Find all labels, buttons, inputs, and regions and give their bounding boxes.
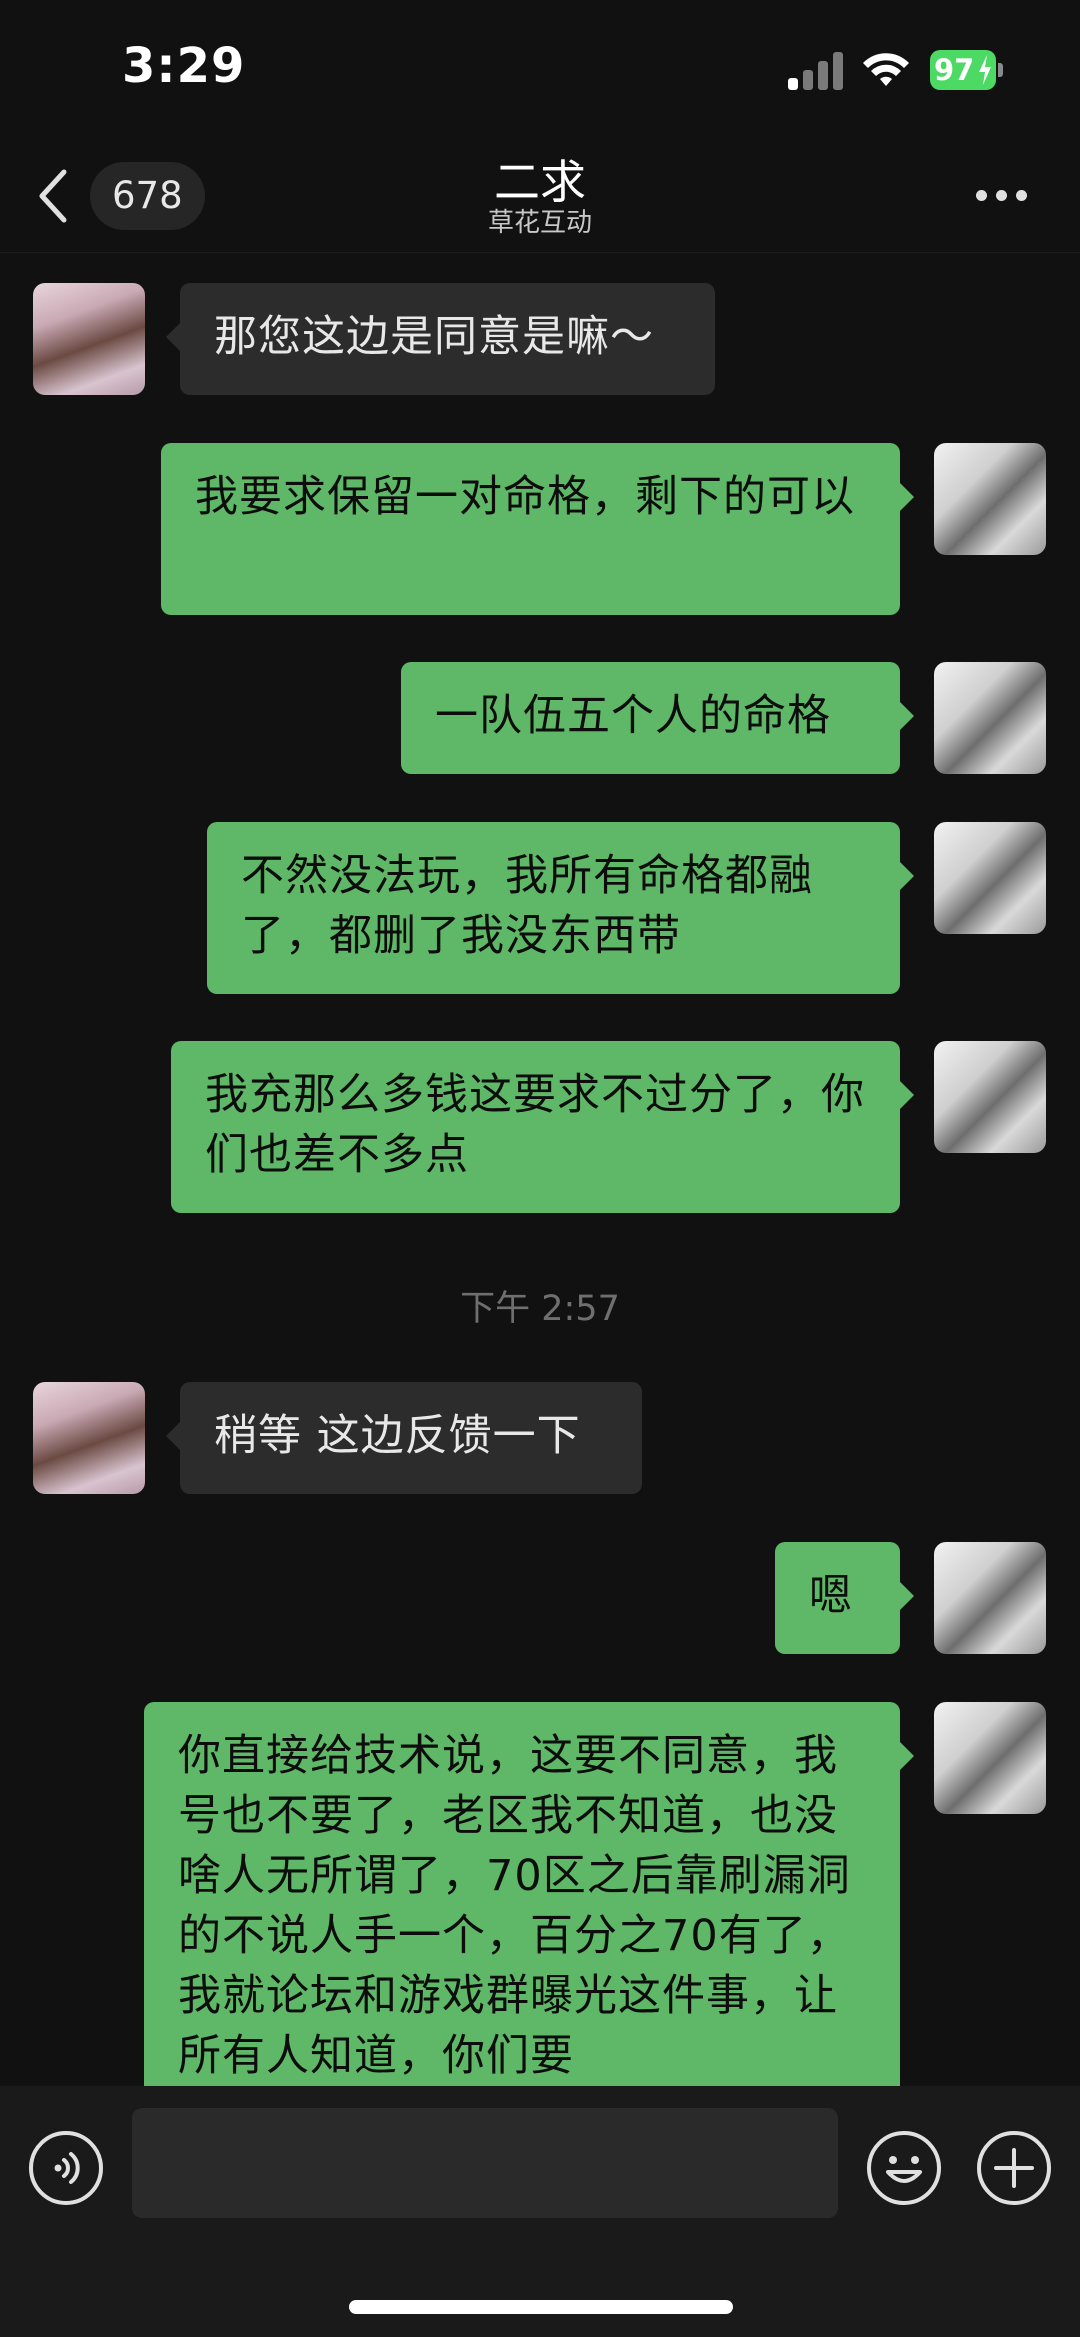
chat-header: 678 二求 草花互动 — [0, 140, 1080, 253]
battery-icon: 97 — [930, 50, 1004, 90]
my-avatar[interactable] — [934, 1041, 1046, 1153]
status-time: 3:29 — [122, 38, 246, 94]
contact-avatar[interactable] — [33, 283, 145, 395]
battery-percent: 97 — [934, 53, 975, 87]
time-divider: 下午 2:57 — [460, 1289, 620, 1329]
more-dots-icon — [976, 190, 987, 201]
message-input[interactable] — [132, 2108, 838, 2218]
home-indicator[interactable] — [349, 2300, 733, 2314]
voice-icon[interactable] — [28, 2130, 104, 2206]
my-avatar[interactable] — [934, 1702, 1046, 1814]
wifi-icon — [863, 53, 909, 86]
emoji-icon[interactable] — [866, 2130, 942, 2206]
signal-icon — [788, 50, 844, 90]
my-avatar[interactable] — [934, 1542, 1046, 1654]
message-bubble-outgoing[interactable]: 嗯 — [775, 1542, 914, 1654]
message-bubble-outgoing[interactable]: 一队伍五个人的命格 — [401, 662, 914, 774]
message-bubble-outgoing[interactable]: 不然没法玩，我所有命格都融了，都删了我没东西带 — [207, 822, 914, 994]
more-options-button[interactable] — [972, 178, 1032, 214]
my-avatar[interactable] — [934, 443, 1046, 555]
status-bar: 3:29 97 — [0, 0, 1080, 140]
my-avatar[interactable] — [934, 662, 1046, 774]
message-bubble-outgoing[interactable]: 我充那么多钱这要求不过分了，你们也差不多点 — [171, 1041, 914, 1213]
plus-icon[interactable] — [976, 2130, 1052, 2206]
my-avatar[interactable] — [934, 822, 1046, 934]
message-bubble-outgoing[interactable]: 我要求保留一对命格，剩下的可以 — [161, 443, 914, 615]
message-bubble-incoming[interactable]: 那您这边是同意是嘛～ — [166, 283, 715, 395]
message-bubble-incoming[interactable]: 稍等 这边反馈一下 — [166, 1382, 642, 1494]
chat-screen: 3:29 97 678 二求 草花互动 那您这边是同意是嘛～ 我要求保留一对命格… — [0, 0, 1080, 2337]
contact-avatar[interactable] — [33, 1382, 145, 1494]
chat-subtitle: 草花互动 — [487, 208, 592, 238]
